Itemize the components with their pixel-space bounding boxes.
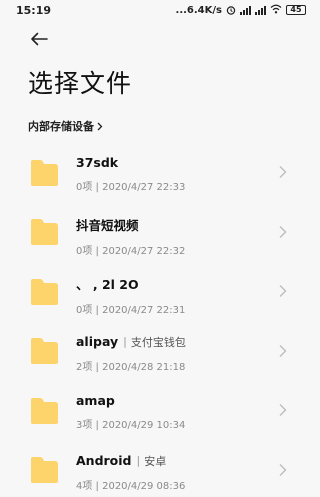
status-icons: ...6.4K/s 45 (176, 4, 306, 17)
chevron-right-icon (279, 404, 287, 416)
file-meta: 0项 | 2020/4/27 22:33 (76, 182, 186, 193)
file-row[interactable]: Android | 安卓 4项 | 2020/4/29 08:36 (0, 441, 320, 497)
folder-icon (31, 219, 58, 246)
file-row[interactable]: 、 , 2l 2O 0项 | 2020/4/27 22:31 (0, 262, 320, 322)
subtitle-separator: | (123, 335, 127, 348)
file-row[interactable]: 抖音短视频 0项 | 2020/4/27 22:32 (0, 203, 320, 263)
battery-icon: 45 (286, 5, 306, 15)
breadcrumb-label: 内部存储设备 (28, 120, 94, 133)
back-button[interactable] (28, 28, 50, 50)
file-subtitle: 支付宝钱包 (130, 335, 186, 349)
file-meta: 0项 | 2020/4/27 22:32 (76, 245, 186, 257)
folder-icon (31, 278, 58, 305)
file-meta: 2项 | 2020/4/28 21:18 (76, 361, 186, 373)
chevron-right-icon (279, 463, 287, 476)
chevron-right-icon (279, 166, 287, 178)
file-name: 、 , 2l 2O (76, 277, 139, 292)
status-time: 15:19 (16, 3, 52, 17)
file-meta: 4项 | 2020/4/29 08:36 (76, 480, 186, 492)
file-row[interactable]: 37sdk 0项 | 2020/4/27 22:33 (0, 143, 320, 203)
folder-icon (31, 397, 58, 424)
file-row[interactable]: amap 3项 | 2020/4/29 10:34 (0, 381, 320, 441)
file-meta: 3项 | 2020/4/29 10:34 (76, 420, 186, 431)
chevron-right-icon (97, 122, 103, 130)
wifi-icon (270, 4, 282, 17)
arrow-left-icon (31, 32, 48, 46)
chevron-right-icon (279, 285, 287, 297)
signal-icon-2 (255, 5, 266, 15)
chevron-right-icon (279, 225, 287, 238)
network-speed: ...6.4K/s (175, 4, 222, 16)
folder-icon (31, 159, 58, 186)
chevron-right-icon (279, 344, 287, 357)
file-list: 37sdk 0项 | 2020/4/27 22:33 抖音短视频 0项 | 20… (0, 143, 320, 497)
folder-icon (31, 338, 58, 365)
alarm-icon (226, 5, 236, 15)
file-row[interactable]: alipay | 支付宝钱包 2项 | 2020/4/28 21:18 (0, 322, 320, 382)
file-name: 37sdk (76, 155, 119, 170)
file-name: 抖音短视频 (76, 217, 139, 233)
subtitle-separator: | (136, 454, 141, 467)
file-subtitle: 安卓 (144, 454, 167, 468)
file-name: Android (76, 453, 132, 468)
status-bar: 15:19 ...6.4K/s 45 (0, 0, 320, 20)
signal-icon-1 (240, 5, 251, 15)
breadcrumb[interactable]: 内部存储设备 (28, 118, 103, 134)
file-meta: 0项 | 2020/4/27 22:31 (76, 305, 186, 316)
page-title: 选择文件 (28, 69, 133, 98)
file-name: amap (76, 393, 115, 408)
folder-icon (31, 457, 58, 484)
file-name: alipay (76, 334, 119, 349)
